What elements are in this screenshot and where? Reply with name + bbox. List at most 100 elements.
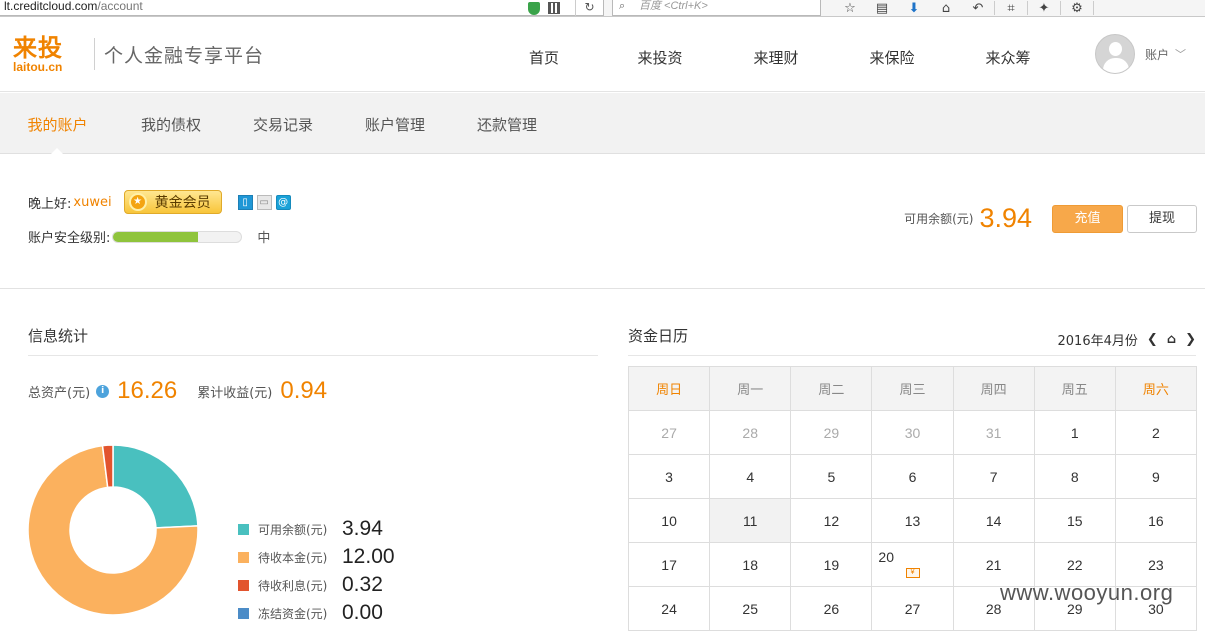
extension-icon[interactable]: ✦: [1028, 1, 1060, 16]
tab-account-management[interactable]: 账户管理: [339, 93, 451, 154]
member-badge[interactable]: ★ 黄金会员: [123, 190, 222, 214]
total-assets-value: 16.26: [117, 377, 178, 404]
calendar-day[interactable]: 17: [629, 543, 711, 587]
chevron-right-icon[interactable]: ❯: [1185, 332, 1196, 347]
calendar-day[interactable]: 4: [710, 455, 792, 499]
tab-transactions[interactable]: 交易记录: [227, 93, 339, 154]
donut-slice-0[interactable]: [112, 444, 199, 529]
calendar-day[interactable]: 15: [1034, 499, 1116, 543]
nav-crowdfunding[interactable]: 来众筹: [950, 47, 1066, 68]
calendar-month-label: 2016年4月份: [1057, 334, 1138, 349]
calendar-day[interactable]: 25: [710, 587, 792, 631]
qr-code-icon[interactable]: [548, 2, 560, 14]
calendar-day[interactable]: 8: [1034, 455, 1116, 499]
crop-icon[interactable]: ⌗: [995, 1, 1027, 16]
legend-value: 0.00: [342, 601, 383, 624]
calendar-day[interactable]: 11: [710, 499, 792, 543]
legend-swatch: [238, 551, 249, 563]
tab-repayment-management[interactable]: 还款管理: [451, 93, 563, 154]
reading-list-icon[interactable]: ▤: [866, 1, 898, 16]
calendar-day[interactable]: 20 ¥: [872, 543, 954, 587]
legend-value: 3.94: [342, 517, 383, 540]
calendar-day[interactable]: 10: [629, 499, 711, 543]
home-icon[interactable]: ⌂: [930, 1, 962, 16]
calendar-day[interactable]: 6: [872, 455, 954, 499]
calendar-day[interactable]: 3: [629, 455, 711, 499]
info-icon[interactable]: i: [96, 384, 110, 398]
calendar-day[interactable]: 27: [629, 411, 711, 455]
calendar-day[interactable]: 19: [791, 543, 873, 587]
calendar-day[interactable]: 2: [1115, 411, 1197, 455]
bookmark-star-icon[interactable]: ☆: [834, 1, 866, 16]
nav-home[interactable]: 首页: [486, 47, 602, 68]
nav-invest[interactable]: 来投资: [602, 47, 718, 68]
legend-label: 待收利息(元): [258, 578, 328, 593]
calendar-month-controls: 2016年4月份 ❮ ⌂ ❯: [1058, 330, 1196, 349]
phone-verified-icon[interactable]: ▯: [237, 194, 253, 210]
calendar-day[interactable]: 16: [1115, 499, 1197, 543]
address-bar[interactable]: lt.creditcloud.com/account: [0, 0, 604, 16]
calendar-day[interactable]: 31: [953, 411, 1035, 455]
calendar-day[interactable]: 18: [710, 543, 792, 587]
calendar-day-number: 14: [985, 512, 1002, 529]
calendar-day[interactable]: 28: [710, 411, 792, 455]
site-logo[interactable]: 来投 laitou.cn: [13, 35, 89, 75]
greeting-text: 晚上好:: [28, 196, 72, 212]
calendar-day-number: 17: [661, 556, 677, 573]
account-menu[interactable]: 账户 ﹀: [1095, 34, 1186, 74]
home-icon[interactable]: ⌂: [1167, 332, 1176, 347]
logo-chinese-text: 来投: [13, 34, 63, 62]
browser-search-input[interactable]: ⌕ 百度 <Ctrl+K>: [612, 0, 821, 16]
chevron-down-icon: ﹀: [1175, 48, 1187, 61]
nav-wealth[interactable]: 来理财: [718, 47, 834, 68]
withdraw-button[interactable]: 提现: [1127, 204, 1197, 233]
legend-value: 0.32: [342, 573, 383, 596]
calendar-day[interactable]: 1: [1034, 411, 1116, 455]
logo-divider: [94, 38, 95, 70]
payment-event-icon[interactable]: ¥: [905, 568, 920, 578]
calendar-day[interactable]: 13: [872, 499, 954, 543]
calendar-day-number: 26: [823, 600, 840, 617]
calendar-day-number: 12: [823, 512, 840, 529]
id-card-icon[interactable]: ▭: [256, 194, 272, 210]
calendar-day[interactable]: 9: [1115, 455, 1197, 499]
recharge-button[interactable]: 充值: [1052, 204, 1123, 233]
greeting-row: 晚上好: xuwei ★ 黄金会员 ▯ ▭ @: [28, 190, 291, 214]
settings-icon[interactable]: ⚙: [1061, 1, 1093, 16]
email-verified-icon[interactable]: @: [275, 194, 291, 210]
calendar-day[interactable]: 7: [953, 455, 1035, 499]
weekday-wed: 周三: [872, 367, 954, 411]
calendar-day[interactable]: 5: [791, 455, 873, 499]
chevron-left-icon[interactable]: ❮: [1147, 332, 1158, 347]
tab-my-claims[interactable]: 我的债权: [115, 93, 227, 154]
avatar[interactable]: [1095, 34, 1135, 74]
calendar-day-number: 31: [985, 424, 1002, 441]
security-row: 账户安全级别: 中: [28, 227, 270, 246]
calendar-day-number: 11: [742, 512, 758, 529]
calendar-day-number: 27: [904, 600, 921, 617]
calendar-week-row: 27 28 29 30 31 1 2: [629, 411, 1197, 455]
balance-label: 可用余额(元): [904, 212, 974, 226]
weekday-fri: 周五: [1034, 367, 1116, 411]
calendar-day[interactable]: 26: [791, 587, 873, 631]
security-label: 账户安全级别:: [28, 231, 111, 246]
calendar-day[interactable]: 14: [953, 499, 1035, 543]
legend-label: 可用余额(元): [258, 522, 328, 537]
undo-icon[interactable]: ↶: [962, 1, 994, 16]
calendar-day[interactable]: 12: [791, 499, 873, 543]
calendar-day[interactable]: 24: [629, 587, 711, 631]
calendar-day[interactable]: 27: [872, 587, 954, 631]
tab-my-account[interactable]: 我的账户: [0, 93, 115, 155]
calendar-day-number: 21: [985, 556, 1002, 573]
calendar-day[interactable]: 29: [791, 411, 873, 455]
legend-label: 待收本金(元): [258, 550, 328, 565]
asset-legend: 可用余额(元) 3.94 待收本金(元) 12.00 待收利息(元) 0.32 …: [238, 515, 395, 627]
nav-insurance[interactable]: 来保险: [834, 47, 950, 68]
logo-english-text: laitou.cn: [13, 60, 63, 74]
reload-icon[interactable]: ↻: [575, 0, 603, 16]
calendar-day[interactable]: 30: [872, 411, 954, 455]
calendar-week-row: 10 11 12 13 14 15 16: [629, 499, 1197, 543]
download-icon[interactable]: ⬇: [898, 1, 930, 16]
legend-value: 12.00: [342, 545, 395, 568]
security-shield-icon[interactable]: [528, 1, 540, 15]
